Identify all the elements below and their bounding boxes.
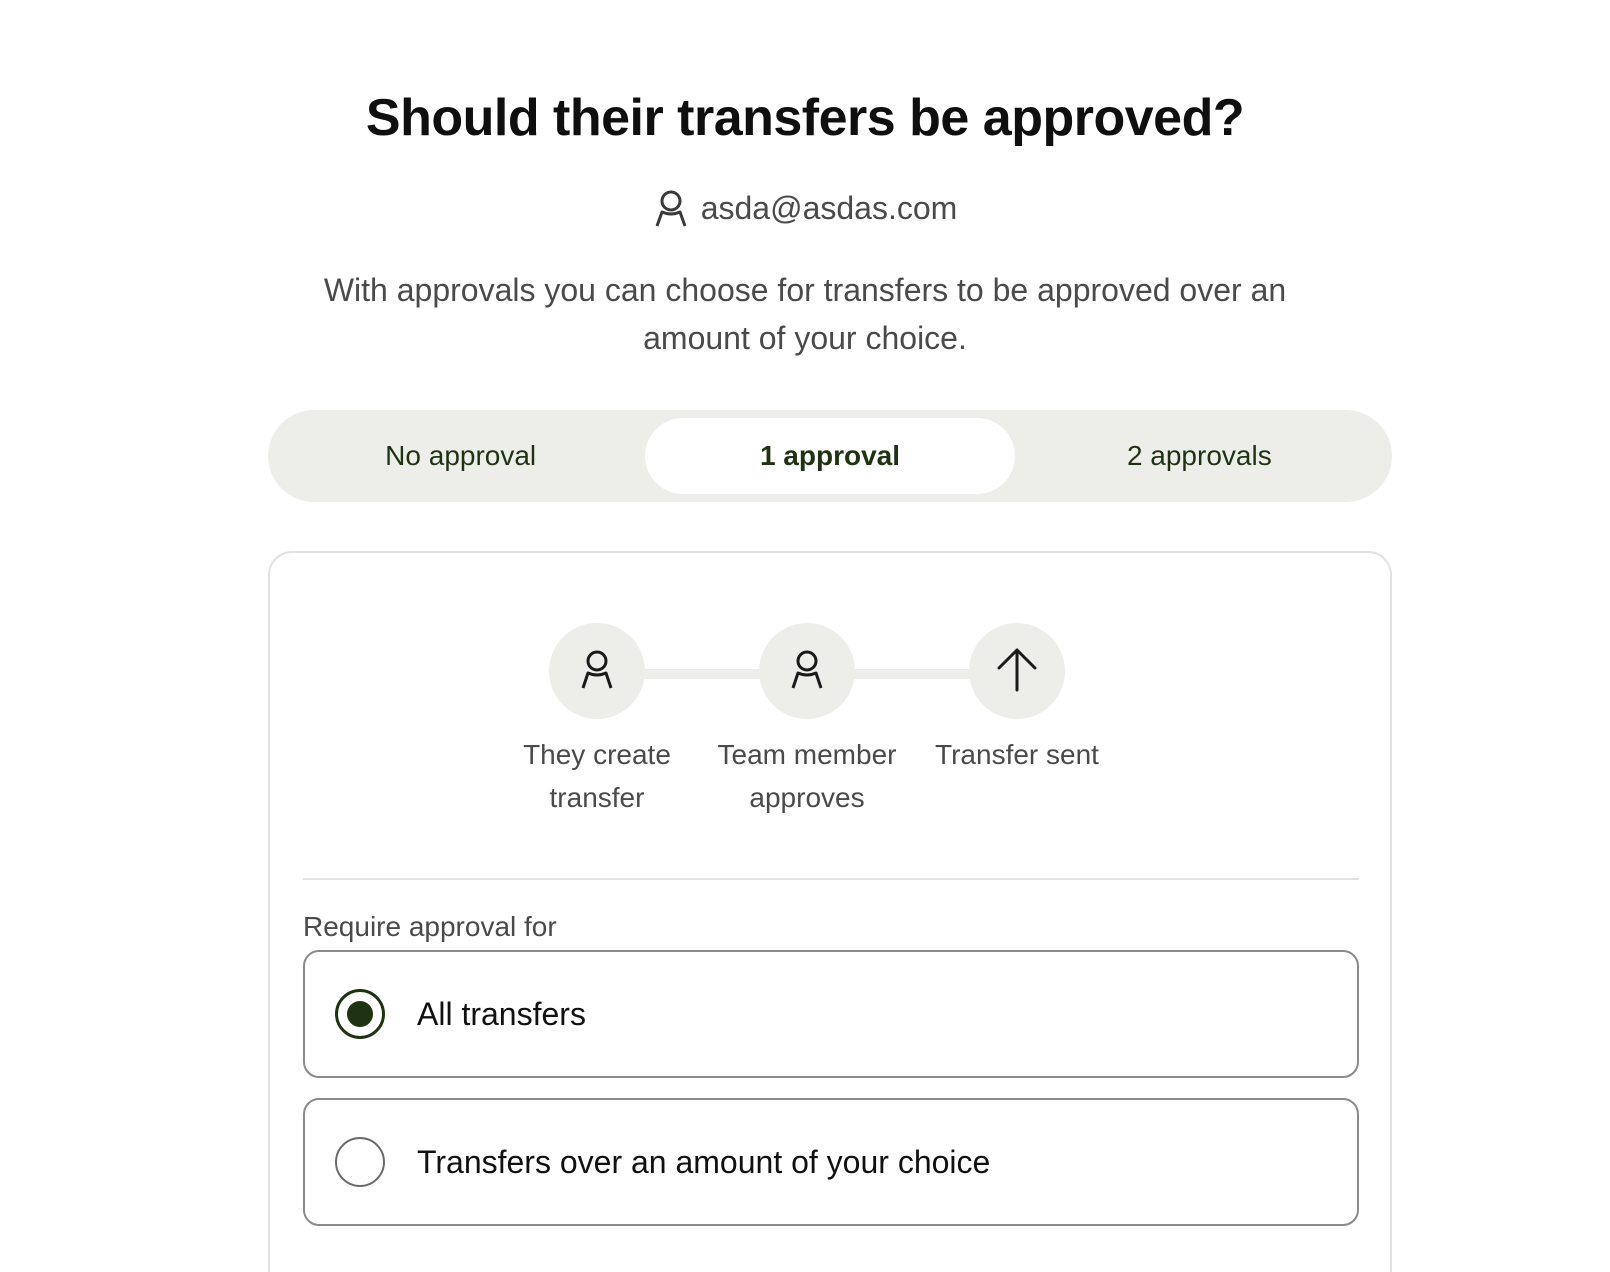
option-label: All transfers (417, 995, 586, 1032)
page-title: Should their transfers be approved? (365, 89, 1245, 147)
flow-step-approve: Team member approves (707, 623, 907, 819)
step-circle (759, 623, 855, 719)
approval-settings-page: Should their transfers be approved? asda… (0, 0, 1610, 1272)
tab-2-approvals[interactable]: 2 approvals (1015, 418, 1384, 494)
option-all-transfers[interactable]: All transfers (303, 950, 1359, 1078)
person-icon (653, 188, 689, 228)
option-transfers-over-amount[interactable]: Transfers over an amount of your choice (303, 1098, 1359, 1226)
step-label: They create transfer (523, 739, 671, 813)
flow-step-create: They create transfer (497, 623, 697, 819)
user-email: asda@asdas.com (700, 189, 958, 226)
step-label: Transfer sent (935, 739, 1099, 770)
intro-description: With approvals you can choose for transf… (323, 272, 1287, 356)
approval-level-selector: No approval 1 approval 2 approvals (268, 410, 1392, 502)
radio-dot (347, 1001, 373, 1027)
person-icon (579, 648, 615, 695)
tab-1-approval[interactable]: 1 approval (645, 418, 1015, 494)
approval-flow-card: They create transfer Team member approve… (268, 551, 1392, 1272)
require-approval-label: Require approval for (303, 911, 557, 942)
arrow-up-icon (996, 646, 1038, 697)
section-divider (303, 878, 1359, 880)
user-row: asda@asdas.com (0, 188, 1610, 228)
person-icon (789, 648, 825, 695)
approval-flow-steps: They create transfer Team member approve… (270, 623, 1390, 823)
radio-button[interactable] (335, 1137, 385, 1187)
flow-step-sent: Transfer sent (917, 623, 1117, 776)
option-label: Transfers over an amount of your choice (417, 1143, 991, 1180)
step-circle (969, 623, 1065, 719)
tab-no-approval[interactable]: No approval (276, 418, 645, 494)
step-label: Team member approves (717, 739, 897, 813)
radio-button-checked[interactable] (335, 989, 385, 1039)
step-circle (549, 623, 645, 719)
